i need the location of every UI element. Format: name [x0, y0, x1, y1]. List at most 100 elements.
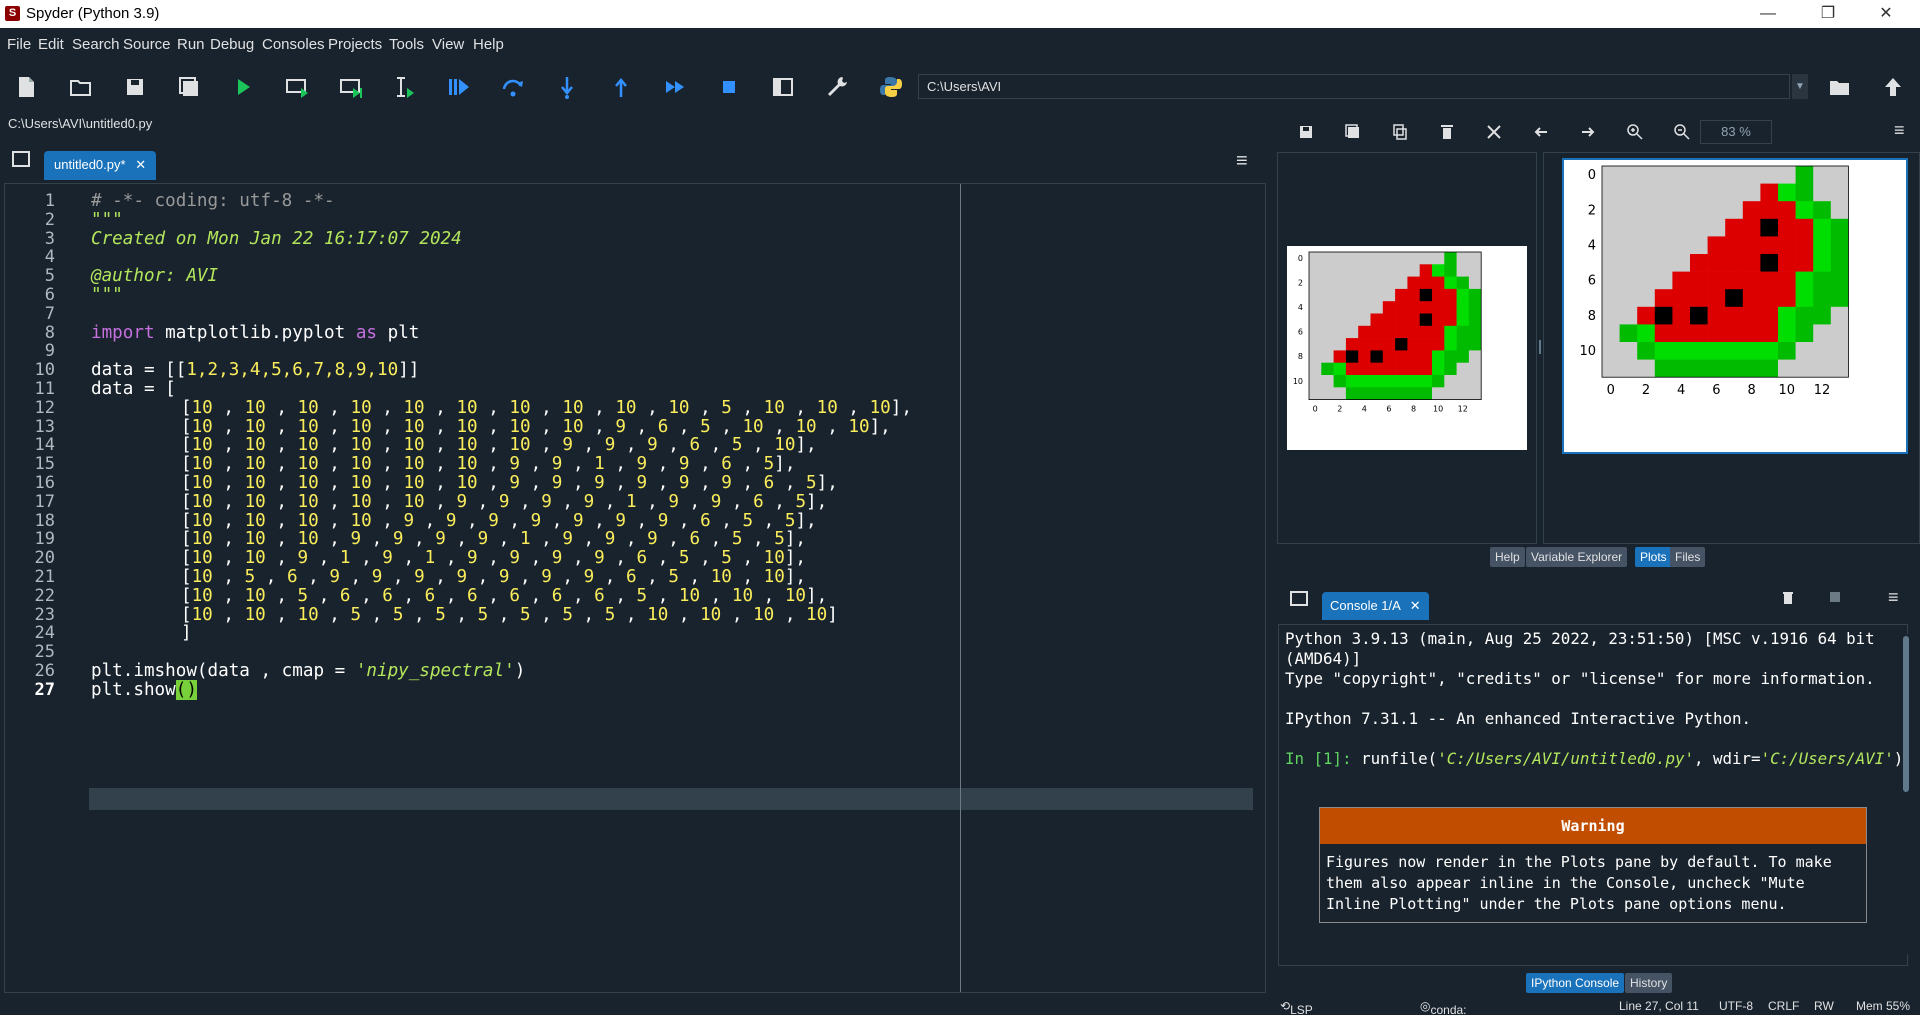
previous-plot-icon[interactable]	[1531, 122, 1551, 142]
remove-all-plots-icon[interactable]	[1484, 122, 1504, 142]
save-icon[interactable]	[122, 74, 148, 100]
debug-icon[interactable]	[446, 74, 472, 100]
console-pane-tabs: IPython Console History	[1526, 973, 1726, 995]
run-cell-icon[interactable]	[284, 74, 310, 100]
browse-console-tabs-icon[interactable]	[1290, 591, 1308, 606]
scrollbar-thumb[interactable]	[1903, 636, 1909, 792]
tab-history[interactable]: History	[1625, 973, 1673, 993]
code-token: plt.show	[91, 679, 176, 700]
zoom-out-icon[interactable]	[1672, 122, 1692, 142]
step-into-icon[interactable]	[554, 74, 580, 100]
tab-ipython-console[interactable]: IPython Console	[1526, 973, 1625, 993]
image-pixel	[1760, 342, 1779, 360]
continue-icon[interactable]	[662, 74, 688, 100]
close-tab-icon[interactable]: ✕	[135, 157, 146, 172]
run-icon[interactable]	[230, 74, 256, 100]
copy-plot-icon[interactable]	[1390, 122, 1410, 142]
console-scrollbar[interactable]	[1902, 634, 1910, 954]
new-file-icon[interactable]	[13, 74, 39, 100]
close-window-button[interactable]: ✕	[1866, 2, 1906, 26]
code-token: plt.imshow(data , cmap =	[91, 661, 356, 681]
menu-run[interactable]: Run	[177, 36, 205, 53]
remove-plot-icon[interactable]	[1437, 122, 1457, 142]
working-directory-input[interactable]: C:\Users\AVI	[918, 74, 1790, 99]
menu-edit[interactable]: Edit	[38, 36, 64, 53]
parent-directory-icon[interactable]	[1880, 74, 1906, 100]
main-plot-figure: 0 2 4 6 8 10 12 0 2 4 6 8 10	[1562, 158, 1908, 454]
menu-file[interactable]: File	[7, 36, 31, 53]
plot-thumbnails[interactable]: 0 2 4 6 8 10 12 0 2 4 6 8 10	[1277, 152, 1537, 544]
tab-help[interactable]: Help	[1490, 547, 1525, 567]
run-cell-advance-icon[interactable]	[338, 74, 364, 100]
tab-variable-explorer[interactable]: Variable Explorer	[1526, 547, 1628, 567]
zoom-in-icon[interactable]	[1625, 122, 1645, 142]
next-plot-icon[interactable]	[1578, 122, 1598, 142]
console-banner-line: Python 3.9.13 (main, Aug 25 2022, 23:51:…	[1285, 629, 1875, 648]
browse-tabs-icon[interactable]	[12, 151, 30, 167]
menu-projects[interactable]: Projects	[328, 36, 382, 53]
editor-options-icon[interactable]: ≡	[1236, 150, 1248, 173]
image-pixel	[1690, 289, 1708, 308]
tab-plots[interactable]: Plots	[1635, 547, 1672, 567]
image-pixel	[1333, 301, 1347, 314]
command-text: , wdir=	[1693, 749, 1761, 768]
image-pixel	[1830, 236, 1849, 255]
python-path-icon[interactable]	[878, 74, 904, 100]
minimize-button[interactable]: —	[1748, 2, 1788, 26]
run-selection-icon[interactable]	[392, 74, 418, 100]
image-pixel	[1813, 201, 1832, 220]
console-options-icon[interactable]: ≡	[1888, 587, 1899, 608]
menu-search[interactable]: Search	[72, 36, 120, 53]
image-pixel	[1309, 313, 1322, 327]
save-all-plots-icon[interactable]	[1343, 122, 1363, 142]
menu-help[interactable]: Help	[473, 36, 504, 53]
plots-options-icon[interactable]: ≡	[1894, 120, 1905, 141]
image-pixel	[1358, 276, 1371, 290]
preferences-wrench-icon[interactable]	[824, 74, 850, 100]
menu-view[interactable]: View	[432, 36, 464, 53]
image-pixel	[1333, 276, 1347, 290]
image-pixel	[1672, 324, 1691, 343]
tab-console-1[interactable]: Console 1/A ✕	[1322, 592, 1429, 620]
zoom-level-field[interactable]: 83 %	[1700, 120, 1772, 144]
stop-icon[interactable]	[716, 74, 742, 100]
tab-untitled0[interactable]: untitled0.py* ✕	[44, 151, 157, 180]
image-pixel	[1395, 387, 1408, 400]
code-editor[interactable]: 1 2 3 4 5 6 7 8 9 10 11 12 13 14 15 16 17 18 19 20 21 22 23 24 2…	[4, 183, 1266, 993]
tab-files[interactable]: Files	[1670, 547, 1706, 567]
step-over-icon[interactable]	[500, 74, 526, 100]
open-file-icon[interactable]	[68, 74, 94, 100]
x-tick-label: 4	[1677, 383, 1685, 398]
console-output[interactable]: Python 3.9.13 (main, Aug 25 2022, 23:51:…	[1278, 624, 1908, 966]
menu-tools[interactable]: Tools	[389, 36, 424, 53]
menu-consoles[interactable]: Consoles	[262, 36, 325, 53]
image-pixel	[1830, 254, 1849, 272]
save-all-icon[interactable]	[176, 74, 202, 100]
command-arg: 'C:/Users/AVI/untitled0.py'	[1437, 749, 1694, 768]
menu-source[interactable]: Source	[123, 36, 171, 53]
image-pixel	[1345, 362, 1359, 376]
stop-console-icon[interactable]	[1830, 592, 1840, 602]
plot-canvas[interactable]: 0 2 4 6 8 10 12 0 2 4 6 8 10	[1543, 152, 1920, 544]
code-line: [10 , 10 , 10 , 10 , 10 , 10 , 9 , 9 , 1…	[181, 454, 796, 475]
line-number: 21	[34, 567, 55, 587]
image-pixel	[1395, 313, 1408, 327]
save-plot-icon[interactable]	[1296, 122, 1316, 142]
browse-folder-icon[interactable]	[1827, 74, 1853, 100]
close-console-tab-icon[interactable]: ✕	[1410, 598, 1421, 613]
maximize-button[interactable]: ❐	[1808, 2, 1848, 26]
chevron-down-icon[interactable]: ▼	[1792, 74, 1808, 99]
maximize-pane-icon[interactable]	[770, 74, 796, 100]
image-pixel	[1830, 359, 1849, 378]
menu-debug[interactable]: Debug	[210, 36, 254, 53]
image-pixel	[1742, 271, 1761, 290]
image-pixel	[1813, 183, 1832, 202]
image-pixel	[1602, 166, 1620, 184]
clear-console-icon[interactable]	[1780, 590, 1796, 606]
image-pixel	[1370, 325, 1384, 339]
thumbnail-splitter-handle[interactable]	[1539, 340, 1541, 354]
image-pixel	[1370, 264, 1384, 277]
step-return-icon[interactable]	[608, 74, 634, 100]
image-pixel	[1795, 218, 1814, 237]
plot-thumbnail[interactable]: 0 2 4 6 8 10 12 0 2 4 6 8 10	[1287, 246, 1527, 450]
